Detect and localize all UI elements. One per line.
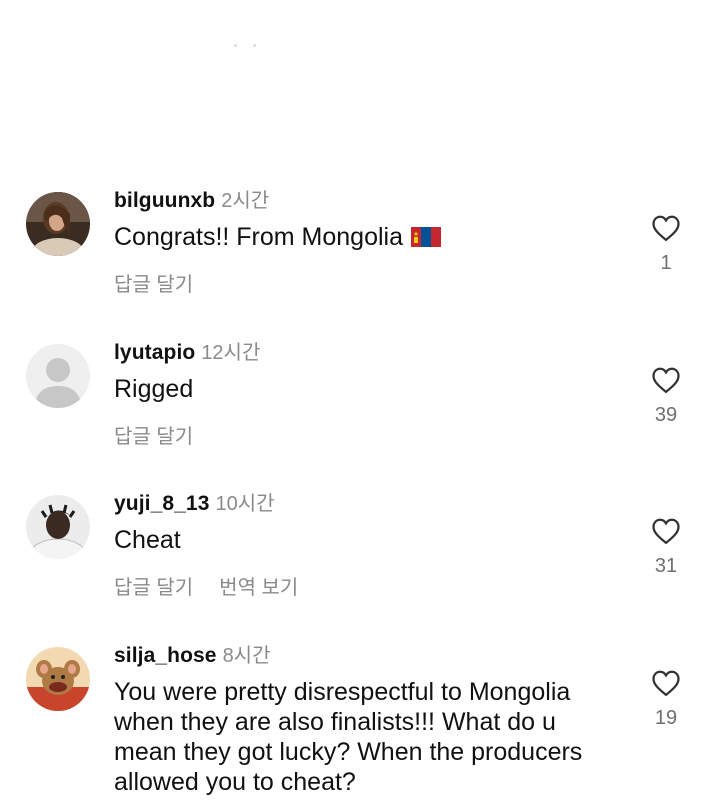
comment-header: lyutapio 12시간 — [114, 336, 260, 365]
username[interactable]: yuji_8_13 — [114, 492, 209, 515]
timestamp: 8시간 — [222, 645, 271, 667]
comment-header: bilguunxb 2시간 — [114, 184, 269, 213]
heart-outline-icon[interactable] — [651, 214, 681, 242]
reply-button[interactable]: 답글 달기 — [114, 426, 193, 448]
comment-text-content: Congrats!! From Mongolia — [114, 223, 404, 251]
comment-text: Rigged — [114, 375, 194, 403]
like-control: 19 — [648, 669, 684, 730]
username[interactable]: bilguunxb — [114, 189, 215, 212]
reply-button[interactable]: 답글 달기 — [114, 274, 193, 296]
comment-header: yuji_8_13 10시간 — [114, 487, 275, 516]
like-control: 31 — [648, 517, 684, 578]
heart-outline-icon[interactable] — [651, 366, 681, 394]
avatar[interactable] — [26, 192, 90, 256]
mongolia-flag-icon — [411, 224, 442, 254]
reply-button[interactable]: 답글 달기 — [114, 577, 193, 599]
username[interactable]: lyutapio — [114, 341, 195, 364]
timestamp: 10시간 — [215, 493, 275, 515]
comment-text: Cheat — [114, 526, 181, 554]
like-control: 39 — [648, 366, 684, 427]
like-count: 19 — [654, 707, 678, 729]
heart-outline-icon[interactable] — [651, 517, 681, 545]
comment-text: Congrats!! From Mongolia — [114, 222, 604, 254]
timestamp: 12시간 — [201, 342, 261, 364]
username[interactable]: silja_hose — [114, 644, 217, 667]
comment-actions: 답글 달기 — [114, 420, 219, 449]
avatar[interactable] — [26, 344, 90, 408]
heart-outline-icon[interactable] — [651, 669, 681, 697]
comment-actions: 답글 달기 — [114, 268, 219, 297]
avatar[interactable] — [26, 495, 90, 559]
top-indicator — [234, 34, 274, 47]
comment-header: silja_hose 8시간 — [114, 639, 271, 668]
like-control: 1 — [648, 214, 684, 275]
comment-text: You were pretty disrespectful to Mongoli… — [114, 678, 583, 796]
see-translation-button[interactable]: 번역 보기 — [219, 577, 298, 599]
like-count: 31 — [654, 555, 678, 577]
like-count: 39 — [654, 404, 678, 426]
timestamp: 2시간 — [221, 190, 270, 212]
comment-actions: 답글 달기 번역 보기 — [114, 571, 324, 600]
avatar[interactable] — [26, 647, 90, 711]
like-count: 1 — [660, 252, 672, 274]
